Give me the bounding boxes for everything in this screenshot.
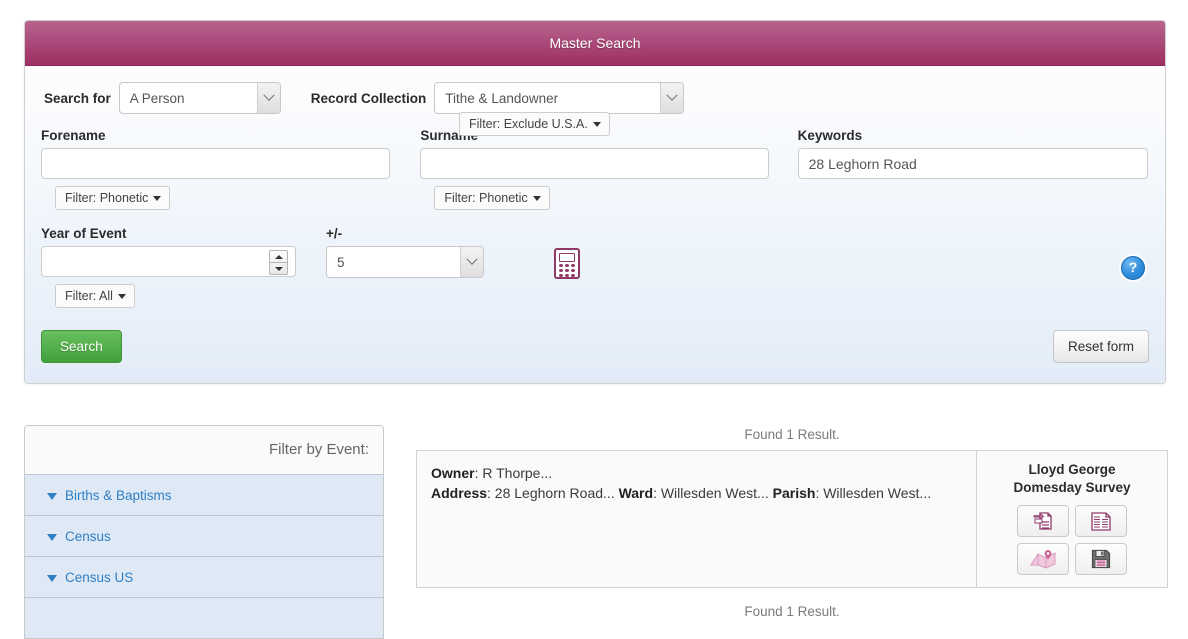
lloyd-george-title-line1: Lloyd George bbox=[1028, 462, 1116, 477]
year-filter-label: Filter: All bbox=[65, 289, 113, 303]
caret-down-icon bbox=[153, 196, 162, 202]
facet-item-label: Census bbox=[65, 529, 111, 544]
facet-item-label: Births & Baptisms bbox=[65, 488, 172, 503]
stepper-up-icon[interactable] bbox=[270, 251, 287, 262]
result-row: Owner: R Thorpe... Address: 28 Leghorn R… bbox=[416, 450, 1168, 588]
record-collection-select-wrap: Tithe & Landowner bbox=[434, 82, 685, 114]
record-collection-label: Record Collection bbox=[310, 90, 427, 106]
lloyd-george-title-line2: Domesday Survey bbox=[1013, 480, 1131, 495]
calculator-keys bbox=[559, 264, 575, 277]
surname-filter-wrap: Filter: Phonetic bbox=[434, 186, 797, 210]
lloyd-george-actions bbox=[985, 505, 1159, 575]
calculator-screen bbox=[559, 253, 575, 262]
forename-label: Forename bbox=[41, 128, 106, 143]
forename-filter-wrap: Filter: Phonetic bbox=[55, 186, 420, 210]
search-form-actions: Search Reset form bbox=[41, 330, 1149, 363]
parish-value: : Willesden West... bbox=[815, 485, 932, 501]
plus-minus-group: +/- 5 bbox=[326, 226, 526, 308]
keywords-field-group: Keywords bbox=[797, 128, 1149, 210]
surname-field-group: Surname Filter: Phonetic bbox=[420, 128, 797, 210]
owner-label: Owner bbox=[431, 465, 475, 481]
caret-down-icon bbox=[117, 294, 126, 300]
chevron-down-icon bbox=[47, 492, 57, 500]
filter-by-event-panel: Filter by Event: Births & Baptisms Censu… bbox=[24, 425, 384, 639]
search-for-select-wrap: A Person bbox=[118, 82, 281, 114]
surname-filter-label: Filter: Phonetic bbox=[444, 191, 528, 205]
results-column: Found 1 Result. Owner: R Thorpe... Addre… bbox=[416, 425, 1168, 619]
plus-minus-label: +/- bbox=[326, 226, 343, 241]
caret-down-icon bbox=[532, 196, 541, 202]
record-collection-filter-wrap: Filter: Exclude U.S.A. bbox=[459, 112, 610, 136]
stepper-down-icon[interactable] bbox=[270, 262, 287, 274]
lloyd-george-panel: Lloyd George Domesday Survey bbox=[977, 451, 1167, 587]
facet-item-label: Census US bbox=[65, 570, 134, 585]
master-search-panel: Master Search Search for A Person Record… bbox=[24, 20, 1166, 384]
search-form-row-2: Forename Filter: Phonetic Surname Filter… bbox=[41, 128, 1149, 210]
year-of-event-input-wrap bbox=[41, 246, 296, 277]
forename-filter-button[interactable]: Filter: Phonetic bbox=[55, 186, 171, 210]
facet-item-census[interactable]: Census bbox=[25, 515, 383, 556]
plus-minus-select[interactable]: 5 bbox=[326, 246, 484, 278]
parish-label: Parish bbox=[772, 485, 816, 501]
forename-field-group: Forename Filter: Phonetic bbox=[41, 128, 420, 210]
result-address-line: Address: 28 Leghorn Road... Ward: Willes… bbox=[431, 483, 962, 503]
year-stepper[interactable] bbox=[269, 250, 288, 275]
search-for-label: Search for bbox=[44, 90, 111, 106]
lloyd-george-title: Lloyd George Domesday Survey bbox=[985, 461, 1159, 497]
record-collection-select[interactable]: Tithe & Landowner bbox=[434, 82, 685, 114]
ward-value: : Willesden West... bbox=[653, 485, 773, 501]
year-of-event-group: Year of Event Filter: All bbox=[41, 226, 326, 308]
ward-label: Ward bbox=[618, 485, 654, 501]
search-form-row-1: Search for A Person Record Collection Ti… bbox=[41, 82, 1149, 114]
caret-down-icon bbox=[592, 122, 601, 128]
calculator-icon[interactable] bbox=[554, 248, 580, 279]
document-transfer-icon[interactable] bbox=[1017, 505, 1069, 537]
spreadsheet-icon[interactable] bbox=[1075, 505, 1127, 537]
record-collection-filter-button[interactable]: Filter: Exclude U.S.A. bbox=[459, 112, 610, 136]
save-floppy-icon[interactable] bbox=[1075, 543, 1127, 575]
surname-input[interactable] bbox=[420, 148, 770, 179]
search-for-select[interactable]: A Person bbox=[118, 82, 281, 114]
plus-minus-select-wrap: 5 bbox=[326, 246, 484, 278]
keywords-input[interactable] bbox=[797, 148, 1148, 179]
year-filter-button[interactable]: Filter: All bbox=[55, 284, 135, 308]
facet-item-partial[interactable] bbox=[25, 597, 383, 638]
found-count-bottom: Found 1 Result. bbox=[744, 604, 840, 619]
year-of-event-input[interactable] bbox=[41, 246, 296, 277]
facet-item-census-us[interactable]: Census US bbox=[25, 556, 383, 597]
facet-item-births-baptisms[interactable]: Births & Baptisms bbox=[25, 474, 383, 515]
result-owner-line: Owner: R Thorpe... bbox=[431, 463, 962, 483]
record-collection-filter-label: Filter: Exclude U.S.A. bbox=[469, 117, 588, 131]
help-icon[interactable]: ? bbox=[1121, 256, 1145, 280]
search-form: Search for A Person Record Collection Ti… bbox=[25, 66, 1165, 383]
owner-value: : R Thorpe... bbox=[474, 465, 553, 481]
panel-title: Master Search bbox=[25, 21, 1165, 66]
found-count-top: Found 1 Result. bbox=[744, 427, 840, 442]
year-filter-wrap: Filter: All bbox=[55, 284, 326, 308]
keywords-label: Keywords bbox=[797, 128, 863, 143]
address-value: : 28 Leghorn Road... bbox=[487, 485, 619, 501]
address-label: Address bbox=[431, 485, 488, 501]
forename-input[interactable] bbox=[41, 148, 390, 179]
filter-by-event-title: Filter by Event: bbox=[25, 426, 383, 474]
map-pin-icon[interactable] bbox=[1017, 543, 1069, 575]
result-details[interactable]: Owner: R Thorpe... Address: 28 Leghorn R… bbox=[417, 451, 977, 587]
chevron-down-icon bbox=[47, 533, 57, 541]
surname-filter-button[interactable]: Filter: Phonetic bbox=[434, 186, 550, 210]
search-form-row-3: Year of Event Filter: All +/- 5 ? bbox=[41, 226, 1149, 308]
reset-form-button[interactable]: Reset form bbox=[1052, 330, 1149, 363]
search-button[interactable]: Search bbox=[41, 330, 122, 363]
forename-filter-label: Filter: Phonetic bbox=[65, 191, 149, 205]
chevron-down-icon bbox=[47, 574, 57, 582]
year-of-event-label: Year of Event bbox=[41, 226, 127, 241]
